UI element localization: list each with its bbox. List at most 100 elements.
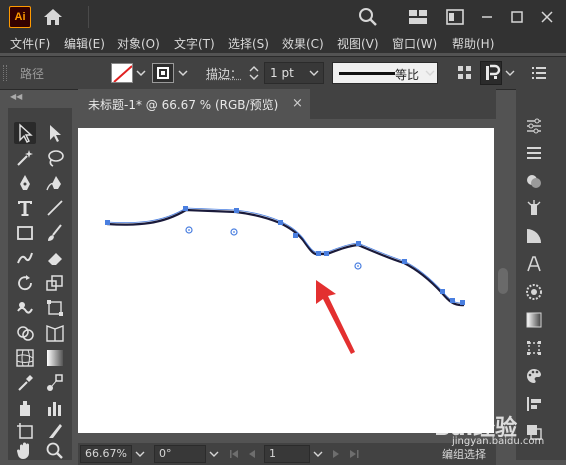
minimize-icon[interactable]: [476, 7, 498, 27]
stroke-weight-stepper-icon[interactable]: [246, 63, 262, 83]
rectangle-tool-icon[interactable]: [14, 222, 36, 244]
anchor-point[interactable]: [460, 300, 465, 305]
hand-tool-icon[interactable]: [14, 440, 36, 462]
home-icon[interactable]: [42, 7, 64, 27]
color-panel-icon[interactable]: [524, 282, 544, 302]
column-graph-icon[interactable]: [44, 397, 66, 419]
type-tool-icon[interactable]: [14, 197, 36, 219]
gradient-tool-icon[interactable]: [44, 347, 66, 369]
lasso-icon[interactable]: [44, 147, 66, 169]
search-icon[interactable]: [358, 7, 378, 27]
uniform-profile-line-icon: [339, 72, 395, 75]
transparency-icon[interactable]: [524, 310, 544, 330]
shaper-tool-icon[interactable]: [14, 247, 36, 269]
align-icon[interactable]: [458, 66, 472, 80]
eraser-icon[interactable]: [44, 247, 66, 269]
perspective-grid-icon[interactable]: [44, 322, 66, 344]
menu-view[interactable]: 视图(V): [337, 35, 379, 52]
maximize-icon[interactable]: [506, 7, 528, 27]
anchor-point[interactable]: [440, 289, 445, 294]
menu-select[interactable]: 选择(S): [228, 35, 269, 52]
artboard[interactable]: [78, 128, 494, 433]
properties-icon[interactable]: [524, 116, 544, 136]
fill-dropdown-icon[interactable]: [134, 63, 148, 83]
align-panel-icon[interactable]: [524, 394, 544, 414]
variable-width-profile[interactable]: 等比: [332, 62, 438, 84]
zoom-tool-icon[interactable]: [44, 440, 66, 462]
zoom-field[interactable]: 66.67%: [80, 445, 132, 463]
stroke-swatch[interactable]: [152, 63, 174, 83]
vertical-scrollbar-thumb[interactable]: [498, 268, 508, 294]
rotate-tool-icon[interactable]: [14, 272, 36, 294]
transform-glyph-icon: [486, 64, 501, 80]
layers-icon[interactable]: [524, 143, 544, 163]
swatches-icon[interactable]: [524, 366, 544, 386]
eyedropper-icon[interactable]: [14, 372, 36, 394]
transform-icon[interactable]: [480, 61, 502, 85]
mesh-tool-icon[interactable]: [14, 347, 36, 369]
menu-object[interactable]: 对象(O): [117, 35, 160, 52]
anchor-point[interactable]: [293, 233, 298, 238]
menu-window[interactable]: 窗口(W): [392, 35, 437, 52]
close-icon[interactable]: [536, 7, 558, 27]
slice-tool-icon[interactable]: [44, 420, 66, 442]
canvas-area[interactable]: [78, 119, 496, 440]
close-tab-icon[interactable]: ×: [292, 96, 303, 111]
anchor-point[interactable]: [316, 251, 321, 256]
warp-tool-icon[interactable]: [14, 297, 36, 319]
document-tab-strip: 未标题-1* @ 66.67 % (RGB/预览) ×: [78, 89, 496, 119]
artboard-dropdown-icon[interactable]: [310, 445, 326, 463]
scale-tool-icon[interactable]: [44, 272, 66, 294]
document-tab[interactable]: 未标题-1* @ 66.67 % (RGB/预览) ×: [78, 89, 310, 119]
menu-edit[interactable]: 编辑(E): [64, 35, 105, 52]
paintbrush-icon[interactable]: [44, 222, 66, 244]
artwork[interactable]: [78, 128, 494, 433]
titlebar-divider: [88, 6, 89, 28]
stroke-label[interactable]: 描边：: [206, 65, 242, 82]
artboard-tool-icon[interactable]: [14, 420, 36, 442]
blend-tool-icon[interactable]: [44, 372, 66, 394]
gradient-panel-icon[interactable]: [524, 226, 544, 246]
menu-file[interactable]: 文件(F): [10, 35, 50, 52]
line-tool-icon[interactable]: [44, 197, 66, 219]
status-bar: 66.67% 0° 1 编组选择: [78, 443, 496, 465]
zoom-dropdown-icon[interactable]: [132, 445, 148, 463]
anchor-point[interactable]: [234, 208, 239, 213]
direct-selection-tool-icon[interactable]: [44, 122, 66, 144]
control-bar-grip[interactable]: [3, 65, 7, 81]
anchor-point[interactable]: [324, 251, 329, 256]
anchor-point[interactable]: [450, 298, 455, 303]
anchor-point[interactable]: [402, 259, 407, 264]
menu-type[interactable]: 文字(T): [174, 35, 215, 52]
profile-dropdown-icon[interactable]: [424, 67, 436, 79]
appearance-icon[interactable]: [524, 171, 544, 191]
selection-tool-icon[interactable]: [14, 122, 36, 144]
panel-menu-icon[interactable]: [532, 66, 546, 80]
anchor-point[interactable]: [105, 220, 110, 225]
anchor-point[interactable]: [278, 220, 283, 225]
anchor-point[interactable]: [356, 241, 361, 246]
rotation-dropdown-icon[interactable]: [206, 445, 222, 463]
fill-swatch[interactable]: [111, 63, 133, 83]
curvature-tool-icon[interactable]: [44, 172, 66, 194]
next-artboard-icon: [333, 450, 339, 458]
panel-icon[interactable]: [446, 9, 464, 25]
transform-dropdown-icon[interactable]: [504, 67, 516, 79]
libraries-icon[interactable]: [524, 198, 544, 218]
menu-help[interactable]: 帮助(H): [452, 35, 494, 52]
stroke-weight-dropdown-icon[interactable]: [308, 67, 320, 79]
shape-builder-icon[interactable]: [14, 322, 36, 344]
artboard-number-field[interactable]: 1: [264, 445, 310, 463]
transform-panel-icon[interactable]: [524, 338, 544, 358]
rotation-field[interactable]: 0°: [154, 445, 206, 463]
magic-wand-icon[interactable]: [14, 147, 36, 169]
symbol-sprayer-icon[interactable]: [14, 397, 36, 419]
stroke-dropdown-icon[interactable]: [176, 63, 190, 83]
pen-tool-icon[interactable]: [14, 172, 36, 194]
anchor-point[interactable]: [183, 206, 188, 211]
collapse-left-panel-icon[interactable]: ◀◀: [10, 92, 22, 101]
character-icon[interactable]: [524, 254, 544, 274]
menu-effect[interactable]: 效果(C): [282, 35, 324, 52]
arrange-documents-icon[interactable]: [408, 9, 428, 25]
free-transform-icon[interactable]: [44, 297, 66, 319]
